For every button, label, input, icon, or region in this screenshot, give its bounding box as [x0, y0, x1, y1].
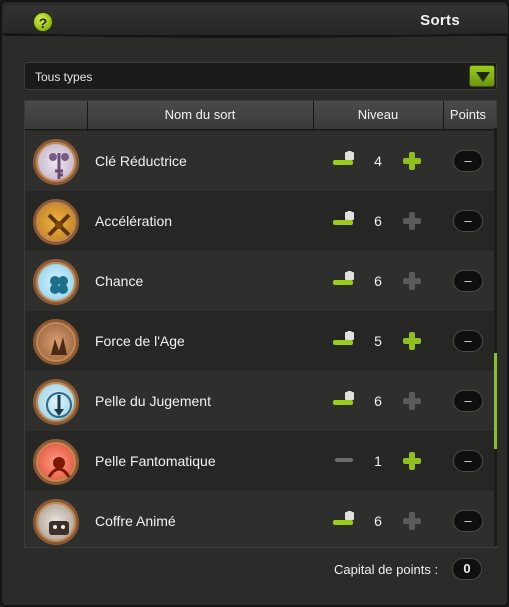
table-row[interactable]: Coffre Animé 6 –	[25, 491, 496, 547]
table-header: Nom du sort Niveau Points	[25, 101, 496, 130]
header-level[interactable]: Niveau	[313, 107, 443, 122]
capital-value: 0	[452, 558, 482, 580]
spell-icon[interactable]	[33, 439, 79, 485]
spell-name[interactable]: Accélération	[95, 213, 172, 229]
level-up-plus-icon[interactable]	[401, 330, 423, 352]
points-value: –	[453, 330, 483, 352]
spell-level: 6	[374, 393, 382, 409]
points-value: –	[453, 390, 483, 412]
header-name[interactable]: Nom du sort	[87, 107, 313, 122]
scrollbar-track[interactable]	[494, 128, 497, 546]
spell-name[interactable]: Clé Réductrice	[95, 153, 187, 169]
scrollbar-thumb[interactable]	[494, 353, 497, 449]
lock-slider-icon[interactable]	[333, 151, 357, 169]
spell-name[interactable]: Chance	[95, 273, 143, 289]
spell-level: 4	[374, 153, 382, 169]
ghost-shovel-icon	[47, 457, 71, 478]
level-up-plus-icon[interactable]	[401, 450, 423, 472]
dropdown-arrow-button[interactable]	[469, 65, 495, 87]
type-filter-dropdown[interactable]: Tous types	[24, 62, 497, 90]
points-value: –	[453, 210, 483, 232]
points-value: –	[453, 510, 483, 532]
spell-icon[interactable]	[33, 259, 79, 305]
spell-level: 6	[374, 513, 382, 529]
level-up-plus-icon[interactable]	[401, 510, 423, 532]
spell-name[interactable]: Force de l'Age	[95, 333, 185, 349]
spell-name[interactable]: Pelle du Jugement	[95, 393, 211, 409]
spell-name[interactable]: Pelle Fantomatique	[95, 453, 216, 469]
spell-level: 6	[374, 213, 382, 229]
hourglass-icon	[47, 213, 71, 237]
table-row[interactable]: Chance 6 –	[25, 251, 496, 311]
chest-icon	[49, 521, 69, 535]
table-row[interactable]: Pelle Fantomatique 1 –	[25, 431, 496, 491]
clover-icon	[50, 276, 68, 294]
spell-icon[interactable]	[33, 499, 79, 545]
spell-level: 1	[374, 453, 382, 469]
spells-window: ? Sorts Tous types Nom du sort Niveau Po…	[0, 0, 509, 607]
spell-icon[interactable]	[33, 199, 79, 245]
title-ornament	[2, 33, 509, 38]
table-row[interactable]: Pelle du Jugement 6 –	[25, 371, 496, 431]
spell-level: 5	[374, 333, 382, 349]
points-value: –	[453, 450, 483, 472]
lock-slider-icon[interactable]	[333, 331, 357, 349]
spell-icon[interactable]	[33, 139, 79, 185]
spell-icon[interactable]	[33, 379, 79, 425]
help-button[interactable]: ?	[33, 12, 53, 32]
spell-level: 6	[374, 273, 382, 289]
level-up-plus-icon[interactable]	[401, 390, 423, 412]
lock-slider-icon[interactable]	[333, 391, 357, 409]
points-value: –	[453, 150, 483, 172]
level-up-plus-icon[interactable]	[401, 150, 423, 172]
level-up-plus-icon[interactable]	[401, 270, 423, 292]
spell-name[interactable]: Coffre Animé	[95, 513, 176, 529]
window-title: Sorts	[420, 12, 460, 29]
table-row[interactable]: Accélération 6 –	[25, 191, 496, 251]
hand-icon	[51, 337, 67, 355]
spell-icon[interactable]	[33, 319, 79, 365]
header-points[interactable]: Points	[443, 107, 493, 122]
lock-slider-icon[interactable]	[333, 211, 357, 229]
points-value: –	[453, 270, 483, 292]
lock-slider-icon[interactable]	[333, 271, 357, 289]
level-up-plus-icon[interactable]	[401, 210, 423, 232]
table-row[interactable]: Clé Réductrice 4 –	[25, 131, 496, 191]
chevron-down-icon	[476, 72, 490, 82]
spell-table: Nom du sort Niveau Points Clé Réductrice…	[24, 100, 497, 548]
lock-slider-icon[interactable]	[333, 511, 357, 529]
type-filter-value: Tous types	[35, 70, 93, 84]
minus-icon[interactable]	[333, 451, 357, 469]
shovel-clock-icon	[46, 392, 72, 418]
capital-label: Capital de points :	[334, 562, 439, 577]
table-row[interactable]: Force de l'Age 5 –	[25, 311, 496, 371]
key-icon	[49, 153, 69, 179]
